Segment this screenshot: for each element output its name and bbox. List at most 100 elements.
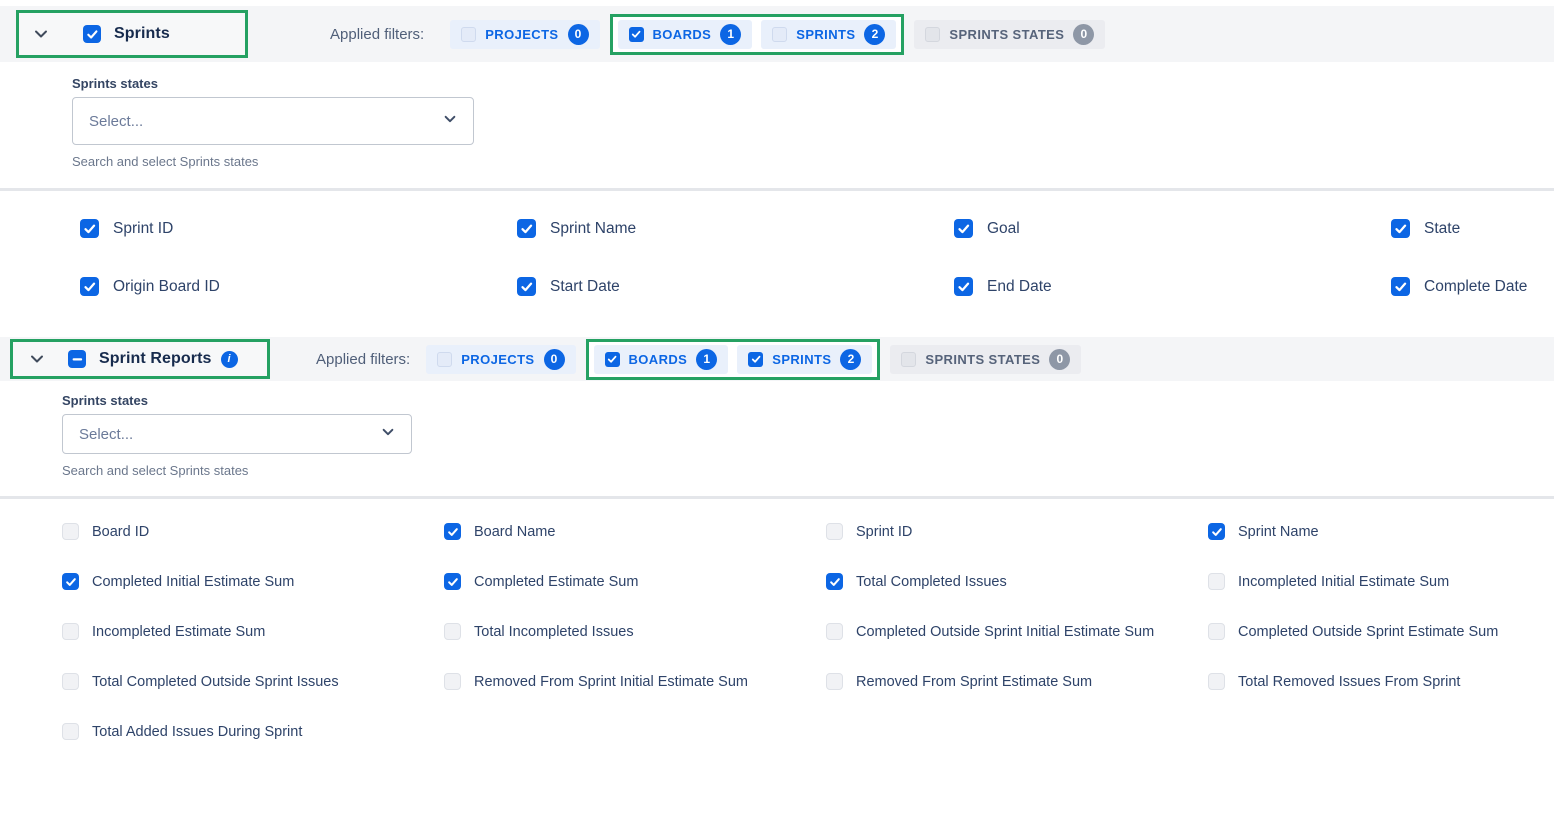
field-label: Total Completed Outside Sprint Issues bbox=[92, 674, 339, 690]
field-checkbox-sprint-id[interactable]: Sprint ID bbox=[826, 523, 1208, 540]
field-checkbox-sprint-name[interactable]: Sprint Name bbox=[517, 219, 954, 238]
sprints-states-helper: Search and select Sprints states bbox=[62, 463, 412, 478]
checkbox-icon bbox=[62, 523, 79, 540]
checkbox-icon bbox=[954, 219, 973, 238]
field-label: Sprint Name bbox=[1238, 524, 1319, 540]
chevron-down-icon bbox=[381, 425, 395, 444]
field-checkbox-complete-date[interactable]: Complete Date bbox=[1391, 277, 1554, 296]
info-icon[interactable]: i bbox=[221, 351, 238, 368]
checkbox-icon bbox=[826, 623, 843, 640]
field-label: End Date bbox=[987, 278, 1052, 296]
checkbox-icon bbox=[62, 623, 79, 640]
filter-chip-label: SPRINTS STATES bbox=[949, 27, 1064, 42]
checkbox-icon bbox=[517, 277, 536, 296]
filter-count-badge: 2 bbox=[840, 349, 861, 370]
filter-chips-row: PROJECTS0BOARDS1SPRINTS2SPRINTS STATES0 bbox=[450, 14, 1105, 55]
filter-chip-label: SPRINTS bbox=[796, 27, 855, 42]
sprints-states-select[interactable]: Select... bbox=[62, 414, 412, 454]
annotation-box-filters: BOARDS1 SPRINTS2 bbox=[610, 14, 905, 55]
filter-chip-label: SPRINTS STATES bbox=[925, 352, 1040, 367]
section-header-sprint-reports: Sprint Reports i Applied filters: PROJEC… bbox=[0, 337, 1554, 381]
section-title: Sprints bbox=[114, 25, 170, 43]
section-checkbox-sprints[interactable] bbox=[83, 25, 101, 43]
sprints-states-field-group: Sprints states Select... Search and sele… bbox=[72, 76, 474, 169]
filter-chip-label: PROJECTS bbox=[461, 352, 534, 367]
field-checkbox-sprint-name[interactable]: Sprint Name bbox=[1208, 523, 1554, 540]
filter-chip-projects[interactable]: PROJECTS 0 bbox=[426, 345, 575, 374]
field-label: Board ID bbox=[92, 524, 149, 540]
checkbox-icon bbox=[1208, 523, 1225, 540]
filter-count-badge: 0 bbox=[544, 349, 565, 370]
sprints-states-select[interactable]: Select... bbox=[72, 97, 474, 145]
filter-chip-sprints-states[interactable]: SPRINTS STATES 0 bbox=[890, 345, 1081, 374]
filter-chip-sprints[interactable]: SPRINTS2 bbox=[737, 345, 872, 374]
field-checkbox-completed-outside-sprint-estimate-sum[interactable]: Completed Outside Sprint Estimate Sum bbox=[1208, 623, 1554, 640]
field-checkbox-total-completed-outside-sprint-issues[interactable]: Total Completed Outside Sprint Issues bbox=[62, 673, 444, 690]
collapse-chevron-icon[interactable] bbox=[32, 25, 50, 43]
checkbox-icon bbox=[925, 27, 940, 42]
filter-chip-boards[interactable]: BOARDS1 bbox=[594, 345, 729, 374]
filter-count-badge: 1 bbox=[720, 24, 741, 45]
field-checkbox-removed-from-sprint-estimate-sum[interactable]: Removed From Sprint Estimate Sum bbox=[826, 673, 1208, 690]
field-label: Removed From Sprint Estimate Sum bbox=[856, 674, 1092, 690]
field-checkbox-completed-estimate-sum[interactable]: Completed Estimate Sum bbox=[444, 573, 826, 590]
field-checkbox-total-incompleted-issues[interactable]: Total Incompleted Issues bbox=[444, 623, 826, 640]
export-fields-config-page: Sprints Applied filters: PROJECTS 0 BOARDS… bbox=[0, 6, 1554, 818]
checkbox-icon bbox=[1208, 673, 1225, 690]
section-divider bbox=[0, 496, 1554, 499]
collapse-chevron-icon[interactable] bbox=[28, 350, 46, 368]
field-checkbox-total-added-issues-during-sprint[interactable]: Total Added Issues During Sprint bbox=[62, 723, 444, 740]
field-checkbox-goal[interactable]: Goal bbox=[954, 219, 1391, 238]
applied-filters-label: Applied filters: bbox=[330, 26, 424, 43]
field-checkbox-end-date[interactable]: End Date bbox=[954, 277, 1391, 296]
field-label: Origin Board ID bbox=[113, 278, 220, 296]
select-placeholder: Select... bbox=[89, 113, 143, 130]
section-checkbox-sprint-reports[interactable] bbox=[68, 350, 86, 368]
sprints-states-label: Sprints states bbox=[62, 393, 412, 408]
checkbox-icon bbox=[62, 723, 79, 740]
checkbox-icon bbox=[901, 352, 916, 367]
field-label: State bbox=[1424, 220, 1460, 238]
field-label: Goal bbox=[987, 220, 1020, 238]
checkbox-icon bbox=[444, 573, 461, 590]
checkbox-icon bbox=[748, 352, 763, 367]
section-title: Sprint Reports bbox=[99, 350, 212, 368]
section-divider bbox=[0, 188, 1554, 191]
field-checkbox-board-name[interactable]: Board Name bbox=[444, 523, 826, 540]
select-placeholder: Select... bbox=[79, 426, 133, 443]
field-label: Removed From Sprint Initial Estimate Sum bbox=[474, 674, 748, 690]
fields-grid-sprint-reports: Board ID Board NameSprint ID Sprint Name Co… bbox=[0, 523, 1554, 740]
field-checkbox-completed-outside-sprint-initial-estimate-sum[interactable]: Completed Outside Sprint Initial Estimat… bbox=[826, 623, 1208, 640]
filter-count-badge: 0 bbox=[568, 24, 589, 45]
checkbox-icon bbox=[444, 673, 461, 690]
field-checkbox-state[interactable]: State bbox=[1391, 219, 1554, 238]
checkbox-icon bbox=[1208, 623, 1225, 640]
field-label: Completed Outside Sprint Initial Estimat… bbox=[856, 624, 1154, 640]
field-checkbox-board-id[interactable]: Board ID bbox=[62, 523, 444, 540]
filter-chip-boards[interactable]: BOARDS1 bbox=[618, 20, 753, 49]
field-checkbox-removed-from-sprint-initial-estimate-sum[interactable]: Removed From Sprint Initial Estimate Sum bbox=[444, 673, 826, 690]
filter-chip-sprints-states[interactable]: SPRINTS STATES0 bbox=[914, 20, 1105, 49]
field-checkbox-sprint-id[interactable]: Sprint ID bbox=[80, 219, 517, 238]
checkbox-icon bbox=[1391, 219, 1410, 238]
field-checkbox-completed-initial-estimate-sum[interactable]: Completed Initial Estimate Sum bbox=[62, 573, 444, 590]
field-checkbox-incompleted-initial-estimate-sum[interactable]: Incompleted Initial Estimate Sum bbox=[1208, 573, 1554, 590]
field-checkbox-total-removed-issues-from-sprint[interactable]: Total Removed Issues From Sprint bbox=[1208, 673, 1554, 690]
checkbox-icon bbox=[629, 27, 644, 42]
checkbox-icon bbox=[62, 573, 79, 590]
field-checkbox-total-completed-issues[interactable]: Total Completed Issues bbox=[826, 573, 1208, 590]
field-checkbox-origin-board-id[interactable]: Origin Board ID bbox=[80, 277, 517, 296]
filter-count-badge: 0 bbox=[1049, 349, 1070, 370]
checkbox-icon bbox=[444, 623, 461, 640]
field-label: Completed Outside Sprint Estimate Sum bbox=[1238, 624, 1498, 640]
field-checkbox-incompleted-estimate-sum[interactable]: Incompleted Estimate Sum bbox=[62, 623, 444, 640]
checkbox-icon bbox=[80, 277, 99, 296]
sprints-states-helper: Search and select Sprints states bbox=[72, 154, 474, 169]
field-checkbox-start-date[interactable]: Start Date bbox=[517, 277, 954, 296]
filter-chip-sprints[interactable]: SPRINTS2 bbox=[761, 20, 896, 49]
checkbox-icon bbox=[826, 523, 843, 540]
field-label: Total Incompleted Issues bbox=[474, 624, 634, 640]
field-label: Completed Estimate Sum bbox=[474, 574, 638, 590]
filter-chip-projects[interactable]: PROJECTS0 bbox=[450, 20, 599, 49]
checkbox-icon bbox=[772, 27, 787, 42]
